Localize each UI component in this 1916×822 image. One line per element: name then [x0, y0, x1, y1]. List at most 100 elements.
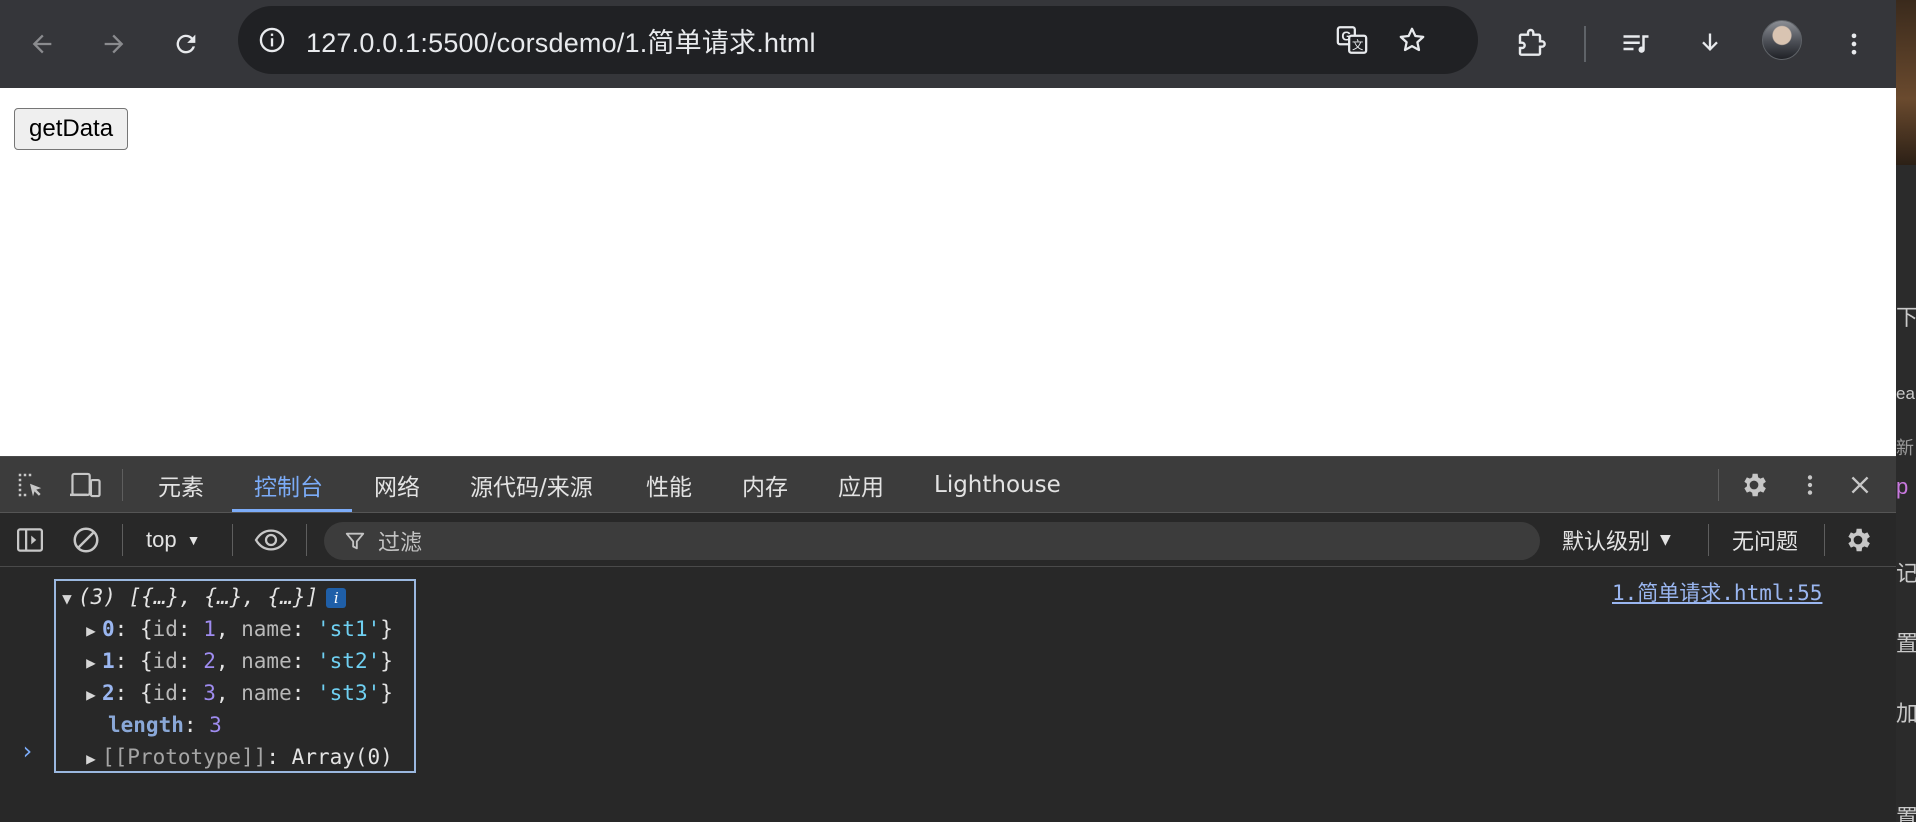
tab-network[interactable]: 网络	[374, 457, 420, 513]
tab-separator	[1718, 469, 1719, 501]
devtools-close-button[interactable]	[1840, 465, 1880, 505]
array-length-row: length: 3	[108, 713, 222, 737]
console-output: ▼ (3) [{…}, {…}, {…}] i ▶ 0: {id: 1, name: …	[0, 567, 1896, 822]
inspect-element-button[interactable]	[10, 465, 50, 505]
collapsed-triangle-icon[interactable]: ▶	[80, 647, 102, 679]
clear-console-button[interactable]	[66, 520, 106, 560]
reading-list-icon	[1623, 35, 1649, 53]
toolbar-separator	[1584, 26, 1586, 62]
filter-placeholder: 过滤	[378, 531, 423, 556]
tab-sources[interactable]: 源代码/来源	[470, 457, 593, 513]
collapsed-triangle-icon[interactable]: ▶	[80, 615, 102, 647]
get-data-button[interactable]: getData	[14, 108, 129, 150]
length-key: length	[108, 713, 184, 737]
device-toolbar-button[interactable]	[66, 465, 106, 505]
console-source-link[interactable]: 1.简单请求.html:55	[1612, 577, 1822, 607]
prototype-value: Array(0)	[291, 745, 393, 769]
edge-text: 记	[1896, 561, 1916, 586]
clear-console-icon	[73, 527, 99, 553]
bookmark-button[interactable]	[1388, 16, 1436, 64]
profile-avatar[interactable]	[1762, 20, 1802, 60]
tab-application[interactable]: 应用	[838, 457, 884, 513]
array-item-row[interactable]: ▶ 1: {id: 2, name: 'st2'}	[80, 645, 393, 677]
filter-separator	[1708, 524, 1709, 556]
inspect-element-icon	[18, 473, 42, 497]
context-selector-label: top	[146, 527, 177, 552]
extensions-icon	[1518, 28, 1546, 56]
url-text[interactable]: 127.0.0.1:5500/corsdemo/1.简单请求.html	[306, 21, 816, 60]
tab-elements[interactable]: 元素	[158, 457, 204, 513]
filter-separator	[232, 524, 233, 556]
tab-lighthouse[interactable]: Lighthouse	[934, 457, 1061, 513]
translate-icon: G文	[1336, 26, 1368, 54]
back-arrow-icon	[32, 34, 52, 54]
reload-button[interactable]	[162, 20, 210, 68]
edge-text: 下	[1896, 305, 1916, 330]
tab-memory[interactable]: 内存	[742, 457, 788, 513]
devtools-more-button[interactable]	[1790, 465, 1830, 505]
edge-text: ea	[1896, 384, 1915, 403]
gear-icon	[1744, 473, 1766, 497]
translate-button[interactable]: G文	[1328, 16, 1376, 64]
omnibox[interactable]: 127.0.0.1:5500/corsdemo/1.简单请求.html G文	[238, 6, 1478, 74]
array-item-row[interactable]: ▶ 2: {id: 3, name: 'st3'}	[80, 677, 393, 709]
item-index: 2	[102, 681, 115, 705]
dropdown-caret-icon: ▼	[1660, 532, 1671, 548]
download-button[interactable]	[1682, 16, 1738, 72]
reading-list-button[interactable]	[1608, 16, 1664, 72]
device-toggle-icon	[70, 472, 101, 498]
tab-console[interactable]: 控制台	[254, 457, 323, 513]
site-info-button[interactable]	[248, 16, 296, 64]
live-expression-button[interactable]	[250, 520, 292, 560]
array-item-row[interactable]: ▶ 0: {id: 1, name: 'st1'}	[80, 613, 393, 645]
eye-icon	[254, 529, 288, 551]
console-filter-bar: top ▼ 过滤 默认级别 ▼ 无问题	[0, 513, 1896, 567]
collapsed-triangle-icon[interactable]: ▶	[80, 743, 102, 775]
edge-text: 加	[1896, 701, 1916, 726]
filter-separator	[122, 524, 123, 556]
kebab-menu-icon	[1807, 475, 1813, 495]
console-settings-button[interactable]	[1838, 520, 1878, 560]
console-sidebar-button[interactable]	[10, 520, 50, 560]
svg-text:文: 文	[1352, 38, 1363, 52]
forward-arrow-icon	[104, 34, 124, 54]
close-icon	[1851, 476, 1869, 494]
edge-text: 置	[1896, 631, 1916, 656]
devtools-tab-bar: 元素 控制台 网络 源代码/来源 性能 内存 应用 Lighthouse	[0, 457, 1896, 513]
extensions-button[interactable]	[1504, 16, 1560, 72]
tab-performance[interactable]: 性能	[646, 457, 692, 513]
active-tab-indicator	[232, 509, 352, 512]
item-id: 1	[203, 617, 216, 641]
filter-separator	[306, 524, 307, 556]
devtools-panel: 元素 控制台 网络 源代码/来源 性能 内存 应用 Lighthouse top…	[0, 456, 1896, 822]
gear-icon	[1848, 528, 1870, 552]
item-index: 1	[102, 649, 115, 673]
download-icon	[1702, 33, 1718, 51]
item-id: 3	[203, 681, 216, 705]
devtools-settings-button[interactable]	[1734, 465, 1774, 505]
browser-menu-button[interactable]	[1826, 16, 1882, 72]
context-selector[interactable]: top ▼	[146, 523, 200, 557]
issues-counter[interactable]: 无问题	[1732, 523, 1798, 557]
array-summary-row[interactable]: ▼ (3) [{…}, {…}, {…}] i	[56, 581, 347, 615]
console-prompt-icon[interactable]: ›	[20, 737, 34, 765]
expanded-triangle-icon[interactable]: ▼	[56, 583, 78, 615]
logged-array-object: ▼ (3) [{…}, {…}, {…}] i ▶ 0: {id: 1, name: …	[54, 579, 416, 773]
item-name: 'st3'	[317, 681, 381, 705]
filter-separator	[1824, 524, 1825, 556]
back-button[interactable]	[18, 20, 66, 68]
item-id: 2	[203, 649, 216, 673]
item-index: 0	[102, 617, 115, 641]
page-viewport: getData	[0, 88, 1896, 456]
prototype-row[interactable]: ▶ [[Prototype]]: Array(0)	[80, 741, 393, 773]
edge-text: p	[1896, 474, 1909, 499]
console-filter-input[interactable]: 过滤	[324, 522, 1540, 560]
reload-icon	[176, 34, 196, 54]
background-image-fragment	[1896, 0, 1916, 165]
item-name: 'st2'	[317, 649, 381, 673]
forward-button[interactable]	[90, 20, 138, 68]
collapsed-triangle-icon[interactable]: ▶	[80, 679, 102, 711]
log-levels-dropdown[interactable]: 默认级别 ▼	[1562, 523, 1671, 557]
background-window-edge: 下 ea 新 p 记 置 加 置	[1896, 0, 1916, 822]
info-icon[interactable]: i	[326, 588, 347, 608]
